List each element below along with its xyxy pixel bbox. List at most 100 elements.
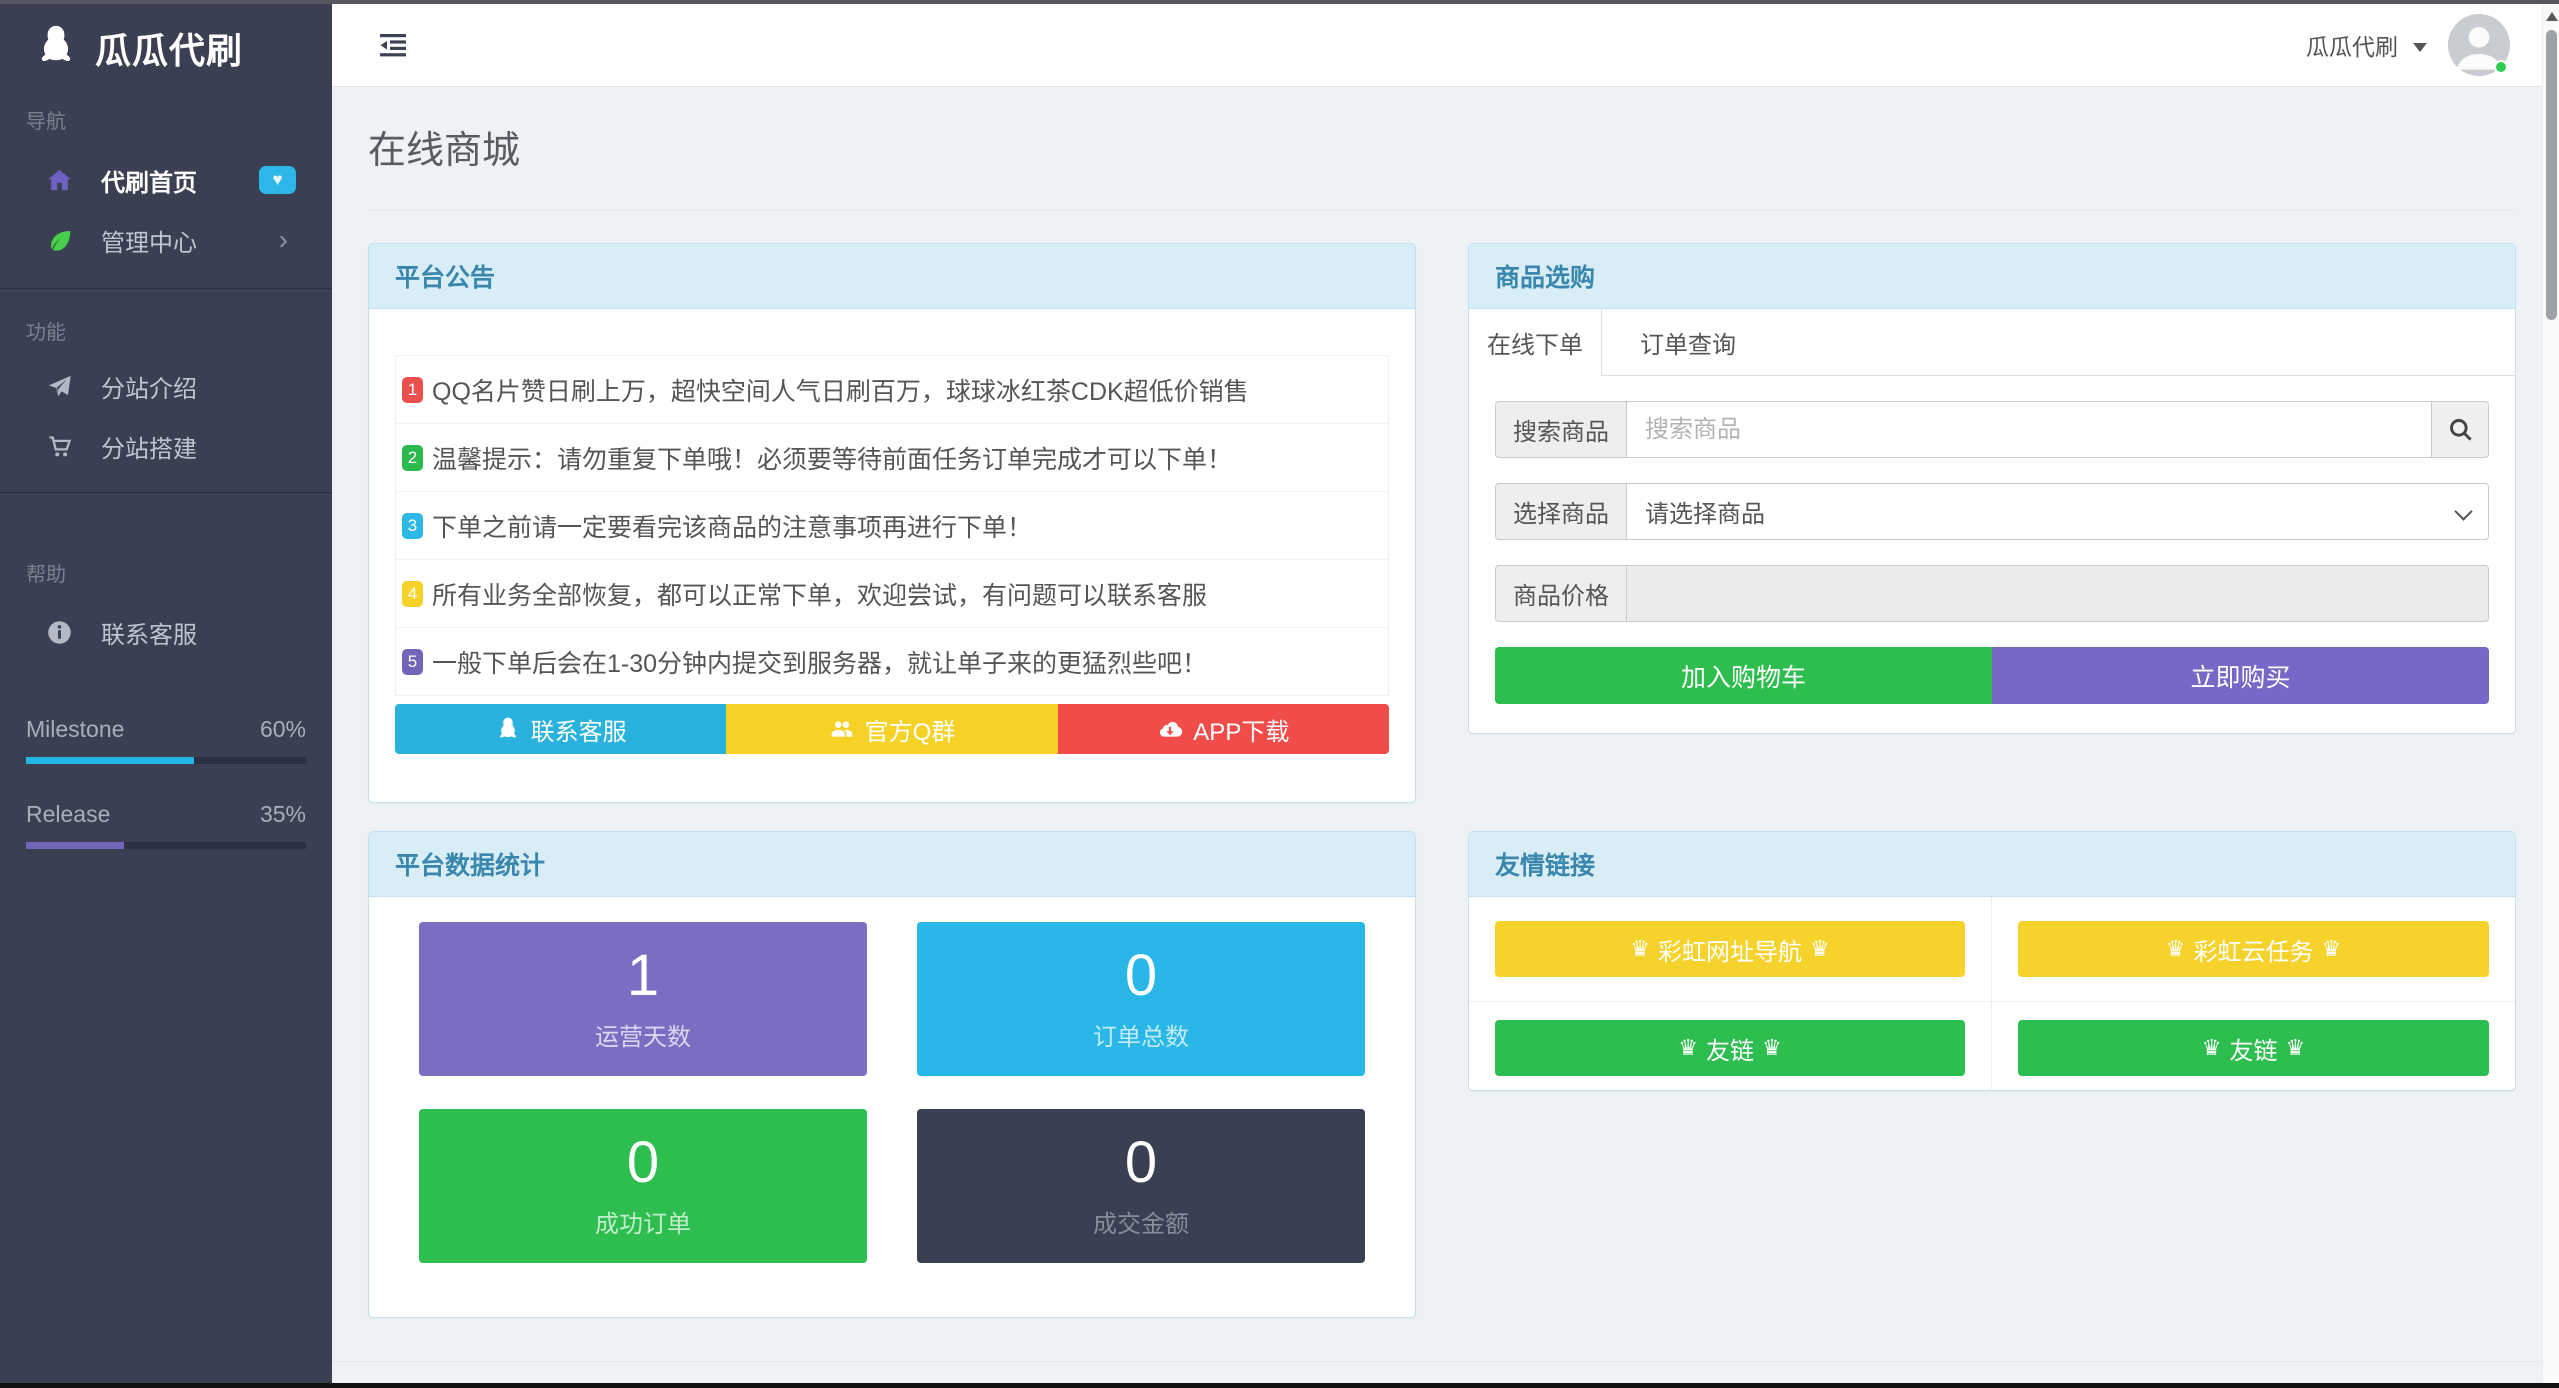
avatar[interactable] [2448,14,2510,76]
announcement-text: 下单之前请一定要看完该商品的注意事项再进行下单！ [432,508,1032,544]
tab-order-query[interactable]: 订单查询 [1622,309,1754,375]
scroll-up-arrow-icon[interactable] [2546,12,2558,21]
sidebar-item-site-intro[interactable]: 分站介绍 [0,356,332,416]
stats-grid: 1 运营天数 0 订单总数 0 成功订单 0 成 [369,897,1415,1317]
announcement-text: 一般下单后会在1-30分钟内提交到服务器，就让单子来的更猛烈些吧！ [432,644,1207,680]
friend-link-youlian-2[interactable]: ♛ 友链 ♛ [2018,1020,2489,1076]
announcement-item: 1 QQ名片赞日刷上万，超快空间人气日刷百万，球球冰红茶CDK超低价销售 [396,356,1388,424]
crown-icon: ♛ [1630,938,1650,960]
footer-divider [332,1361,2542,1362]
stat-value: 0 [627,1133,659,1194]
app-download-button[interactable]: APP下载 [1058,704,1389,754]
friend-link-label: 彩虹网址导航 [1658,932,1802,967]
sidebar-section-nav: 导航 [26,105,66,134]
sidebar-item-home[interactable]: 代刷首页 ♥ [0,150,332,210]
stat-label: 订单总数 [1093,1017,1189,1052]
sidebar-collapse-icon[interactable] [380,34,406,62]
search-product-label: 搜索商品 [1495,401,1626,458]
friend-link-rainbow-nav[interactable]: ♛ 彩虹网址导航 ♛ [1495,921,1965,977]
sidebar-item-site-build[interactable]: 分站搭建 [0,416,332,476]
search-product-row: 搜索商品 [1495,401,2489,458]
announcement-item: 3 下单之前请一定要看完该商品的注意事项再进行下单！ [396,492,1388,560]
sidebar-divider [0,492,332,495]
chevron-right-icon: › [279,226,288,254]
leaf-icon [45,226,73,254]
buy-now-button[interactable]: 立即购买 [1992,647,2489,704]
caret-down-icon [2413,43,2427,52]
announcement-number-badge: 3 [402,513,423,539]
sidebar-item-contact-support[interactable]: 联系客服 [0,602,332,662]
product-price-row: 商品价格 [1495,565,2489,622]
contact-support-button[interactable]: 联系客服 [395,704,726,754]
search-product-input[interactable] [1626,401,2432,458]
stat-label: 运营天数 [595,1017,691,1052]
search-button[interactable] [2432,401,2489,458]
friend-link-cell: ♛ 友链 ♛ [1469,1002,1992,1090]
add-to-cart-button[interactable]: 加入购物车 [1495,647,1992,704]
progress-label: Milestone [26,716,124,743]
qq-icon [495,716,521,742]
sidebar-item-label: 管理中心 [101,223,197,258]
crown-icon: ♛ [2166,938,2186,960]
crown-icon: ♛ [1762,1037,1782,1059]
button-label: 联系客服 [531,712,627,747]
brand-logo[interactable]: 瓜瓜代刷 [33,20,243,76]
announcement-item: 2 温馨提示：请勿重复下单哦！必须要等待前面任务订单完成才可以下单！ [396,424,1388,492]
friend-link-youlian-1[interactable]: ♛ 友链 ♛ [1495,1020,1965,1076]
official-q-group-button[interactable]: 官方Q群 [726,704,1057,754]
crown-icon: ♛ [2322,938,2342,960]
cart-icon [45,432,73,460]
scrollbar[interactable] [2542,4,2559,1383]
sidebar-section-help: 帮助 [26,558,66,587]
crown-icon: ♛ [2286,1037,2306,1059]
select-product-row: 选择商品 请选择商品 [1495,483,2489,540]
button-label: 官方Q群 [865,712,956,747]
friend-links-grid: ♛ 彩虹网址导航 ♛ ♛ 彩虹云任务 ♛ [1469,897,2515,1090]
user-menu[interactable]: 瓜瓜代刷 [2306,4,2510,86]
progress-fill [26,842,124,849]
shop-panel-title: 商品选购 [1469,244,2515,309]
sidebar-section-func: 功能 [26,316,66,345]
sidebar-item-admin-center[interactable]: 管理中心 › [0,210,332,270]
stats-panel: 平台数据统计 1 运营天数 0 订单总数 0 成功订单 [368,831,1416,1318]
users-icon [829,716,855,742]
progress-fill [26,757,194,764]
purchase-buttons: 加入购物车 立即购买 [1495,647,2489,704]
friend-link-rainbow-cloud-task[interactable]: ♛ 彩虹云任务 ♛ [2018,921,2489,977]
product-select[interactable]: 请选择商品 [1626,483,2489,540]
announcement-number-badge: 2 [402,445,423,471]
announcement-number-badge: 1 [402,377,423,403]
stat-label: 成交金额 [1093,1204,1189,1239]
stat-label: 成功订单 [595,1204,691,1239]
progress-bar-release [26,842,306,849]
progress-bar-milestone [26,757,306,764]
sidebar-item-label: 分站搭建 [101,429,197,464]
heart-icon: ♥ [272,170,282,190]
shop-form: 搜索商品 选择商品 请选择商品 [1469,376,2515,733]
shop-panel: 商品选购 在线下单 订单查询 搜索商品 [1468,243,2516,734]
product-select-value: 请选择商品 [1645,494,1765,529]
announcement-number-badge: 4 [402,581,423,607]
page-title: 在线商城 [368,119,2513,174]
announcements-panel-title: 平台公告 [369,244,1415,309]
announcements-list: 1 QQ名片赞日刷上万，超快空间人气日刷百万，球球冰红茶CDK超低价销售 2 温… [395,355,1389,696]
announcement-buttons: 联系客服 官方Q群 APP下载 [395,704,1389,754]
friend-link-label: 友链 [2230,1031,2278,1066]
stat-card-transaction-amount: 0 成交金额 [917,1109,1365,1263]
friend-link-cell: ♛ 彩虹云任务 ♛ [1992,897,2515,1002]
stats-panel-title: 平台数据统计 [369,832,1415,897]
shop-tabs: 在线下单 订单查询 [1469,309,2515,376]
crown-icon: ♛ [2202,1037,2222,1059]
brand-name: 瓜瓜代刷 [95,22,243,74]
user-menu-label: 瓜瓜代刷 [2306,28,2398,62]
tab-online-order[interactable]: 在线下单 [1469,309,1602,375]
announcement-text: 所有业务全部恢复，都可以正常下单，欢迎尝试，有问题可以联系客服 [432,576,1207,612]
chevron-down-icon [2454,502,2472,520]
heart-badge: ♥ [259,166,296,194]
friend-link-label: 彩虹云任务 [2194,932,2314,967]
scrollbar-thumb[interactable] [2546,30,2557,320]
page-header: 在线商城 [368,119,2513,211]
stat-card-total-orders: 0 订单总数 [917,922,1365,1076]
crown-icon: ♛ [1810,938,1830,960]
announcement-text: QQ名片赞日刷上万，超快空间人气日刷百万，球球冰红茶CDK超低价销售 [432,372,1249,408]
